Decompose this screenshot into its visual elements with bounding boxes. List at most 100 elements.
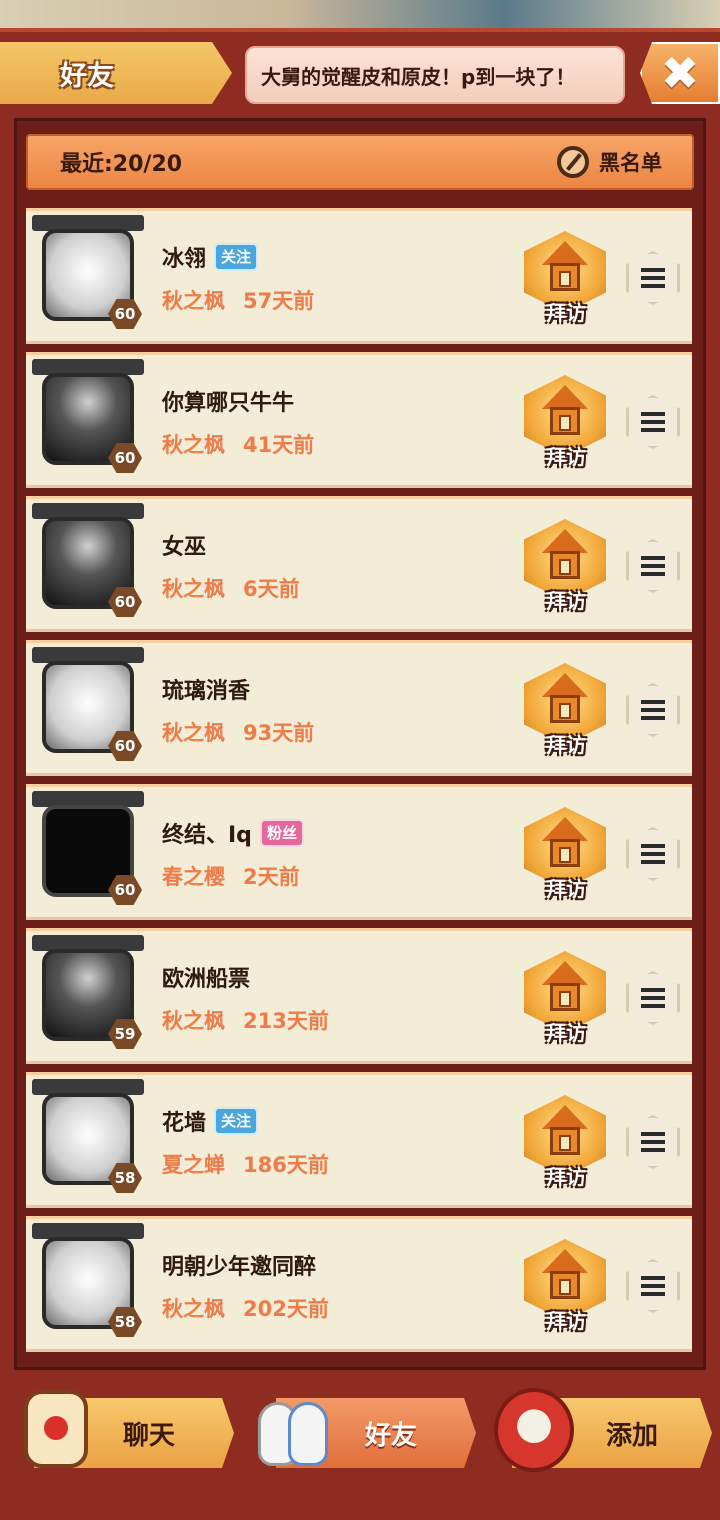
friend-avatar[interactable]: 58 <box>30 1079 144 1195</box>
house-icon <box>542 529 588 581</box>
name-line: 冰翎 关注 <box>162 241 259 273</box>
friend-status: 秋之枫 202天前 <box>162 1293 329 1323</box>
relation-tag: 关注 <box>214 1107 259 1135</box>
friend-status: 秋之枫 93天前 <box>162 717 314 747</box>
menu-icon <box>641 700 665 720</box>
visit-button[interactable]: 拜访 <box>522 1091 608 1191</box>
menu-button[interactable] <box>626 395 680 449</box>
friend-status: 秋之枫 57天前 <box>162 285 314 315</box>
close-icon: ✖ <box>660 46 700 100</box>
friend-name: 女巫 <box>162 535 207 560</box>
friend-avatar[interactable]: 60 <box>30 791 144 907</box>
house-icon <box>542 673 588 725</box>
name-line: 你算哪只牛牛 <box>162 385 294 417</box>
friend-name: 欧洲船票 <box>162 967 251 992</box>
visit-label: 拜访 <box>546 301 586 325</box>
last-seen: 213天前 <box>243 1009 329 1033</box>
last-seen: 57天前 <box>243 289 315 313</box>
menu-button[interactable] <box>626 251 680 305</box>
last-seen: 41天前 <box>243 433 315 457</box>
friend-avatar[interactable]: 60 <box>30 647 144 763</box>
server-name: 秋之枫 <box>162 1009 225 1033</box>
friend-list: 60 冰翎 关注 秋之枫 57天前 拜访 60 你算哪只牛牛 秋之枫 41天前 … <box>26 208 692 1360</box>
recent-count: 最近:20/20 <box>60 152 183 177</box>
menu-icon <box>641 268 665 288</box>
friend-row[interactable]: 60 你算哪只牛牛 秋之枫 41天前 拜访 <box>26 352 692 488</box>
visit-label: 拜访 <box>546 733 586 757</box>
menu-button[interactable] <box>626 1115 680 1169</box>
house-icon <box>542 385 588 437</box>
last-seen: 2天前 <box>243 865 300 889</box>
close-button[interactable]: ✖ <box>640 42 720 104</box>
menu-button[interactable] <box>626 683 680 737</box>
visit-button[interactable]: 拜访 <box>522 947 608 1047</box>
menu-button[interactable] <box>626 827 680 881</box>
announcement-marquee: 大舅的觉醒皮和原皮！p到一块了！ <box>245 46 625 104</box>
visit-button[interactable]: 拜访 <box>522 227 608 327</box>
ban-icon <box>557 146 589 178</box>
window-title-tab: 好友 <box>0 42 232 104</box>
friend-row[interactable]: 58 明朝少年邀同醉 秋之枫 202天前 拜访 <box>26 1216 692 1352</box>
friend-name: 终结、Iq <box>162 823 252 848</box>
friend-avatar[interactable]: 60 <box>30 215 144 331</box>
visit-label: 拜访 <box>546 1165 586 1189</box>
relation-tag: 关注 <box>214 243 259 271</box>
name-line: 琉璃消香 <box>162 673 250 705</box>
menu-button[interactable] <box>626 971 680 1025</box>
friend-row[interactable]: 60 女巫 秋之枫 6天前 拜访 <box>26 496 692 632</box>
visit-label: 拜访 <box>546 1021 586 1045</box>
blacklist-label: 黑名单 <box>599 151 662 175</box>
daruma-icon <box>490 1384 576 1476</box>
tab-friends-label: 好友 <box>364 1420 417 1451</box>
tab-chat-label: 聊天 <box>122 1420 175 1451</box>
friend-avatar[interactable]: 58 <box>30 1223 144 1339</box>
friend-status: 夏之蝉 186天前 <box>162 1149 329 1179</box>
name-line: 花墙 关注 <box>162 1105 259 1137</box>
lantern-icon <box>14 1384 100 1476</box>
name-line: 终结、Iq 粉丝 <box>162 817 304 849</box>
relation-tag: 粉丝 <box>259 819 304 847</box>
friend-status: 秋之枫 41天前 <box>162 429 314 459</box>
house-icon <box>542 961 588 1013</box>
last-seen: 6天前 <box>243 577 300 601</box>
menu-icon <box>641 1276 665 1296</box>
blacklist-button[interactable]: 黑名单 <box>557 146 662 178</box>
friend-avatar[interactable]: 60 <box>30 503 144 619</box>
friend-status: 春之樱 2天前 <box>162 861 300 891</box>
visit-button[interactable]: 拜访 <box>522 803 608 903</box>
tab-add-label: 添加 <box>605 1420 658 1451</box>
chicks-icon <box>252 1384 338 1476</box>
window-title: 好友 <box>60 60 114 92</box>
last-seen: 186天前 <box>243 1153 329 1177</box>
name-line: 明朝少年邀同醉 <box>162 1249 316 1281</box>
friend-row[interactable]: 59 欧洲船票 秋之枫 213天前 拜访 <box>26 928 692 1064</box>
visit-button[interactable]: 拜访 <box>522 515 608 615</box>
menu-icon <box>641 412 665 432</box>
visit-label: 拜访 <box>546 589 586 613</box>
visit-button[interactable]: 拜访 <box>522 659 608 759</box>
house-icon <box>542 817 588 869</box>
name-line: 欧洲船票 <box>162 961 250 993</box>
friend-avatar[interactable]: 60 <box>30 359 144 475</box>
server-name: 夏之蝉 <box>162 1153 225 1177</box>
friend-avatar[interactable]: 59 <box>30 935 144 1051</box>
visit-button[interactable]: 拜访 <box>522 1235 608 1335</box>
name-line: 女巫 <box>162 529 206 561</box>
last-seen: 202天前 <box>243 1297 329 1321</box>
menu-button[interactable] <box>626 1259 680 1313</box>
recent-bar: 最近:20/20 黑名单 <box>26 134 694 190</box>
visit-label: 拜访 <box>546 1309 586 1333</box>
friend-row[interactable]: 60 琉璃消香 秋之枫 93天前 拜访 <box>26 640 692 776</box>
friend-status: 秋之枫 213天前 <box>162 1005 329 1035</box>
friend-name: 冰翎 <box>162 247 207 272</box>
friend-row[interactable]: 60 终结、Iq 粉丝 春之樱 2天前 拜访 <box>26 784 692 920</box>
friend-status: 秋之枫 6天前 <box>162 573 300 603</box>
friend-row[interactable]: 60 冰翎 关注 秋之枫 57天前 拜访 <box>26 208 692 344</box>
server-name: 秋之枫 <box>162 433 225 457</box>
visit-button[interactable]: 拜访 <box>522 371 608 471</box>
friend-name: 你算哪只牛牛 <box>162 391 295 416</box>
friend-name: 明朝少年邀同醉 <box>162 1255 317 1280</box>
friend-row[interactable]: 58 花墙 关注 夏之蝉 186天前 拜访 <box>26 1072 692 1208</box>
menu-button[interactable] <box>626 539 680 593</box>
friend-name: 琉璃消香 <box>162 679 251 704</box>
